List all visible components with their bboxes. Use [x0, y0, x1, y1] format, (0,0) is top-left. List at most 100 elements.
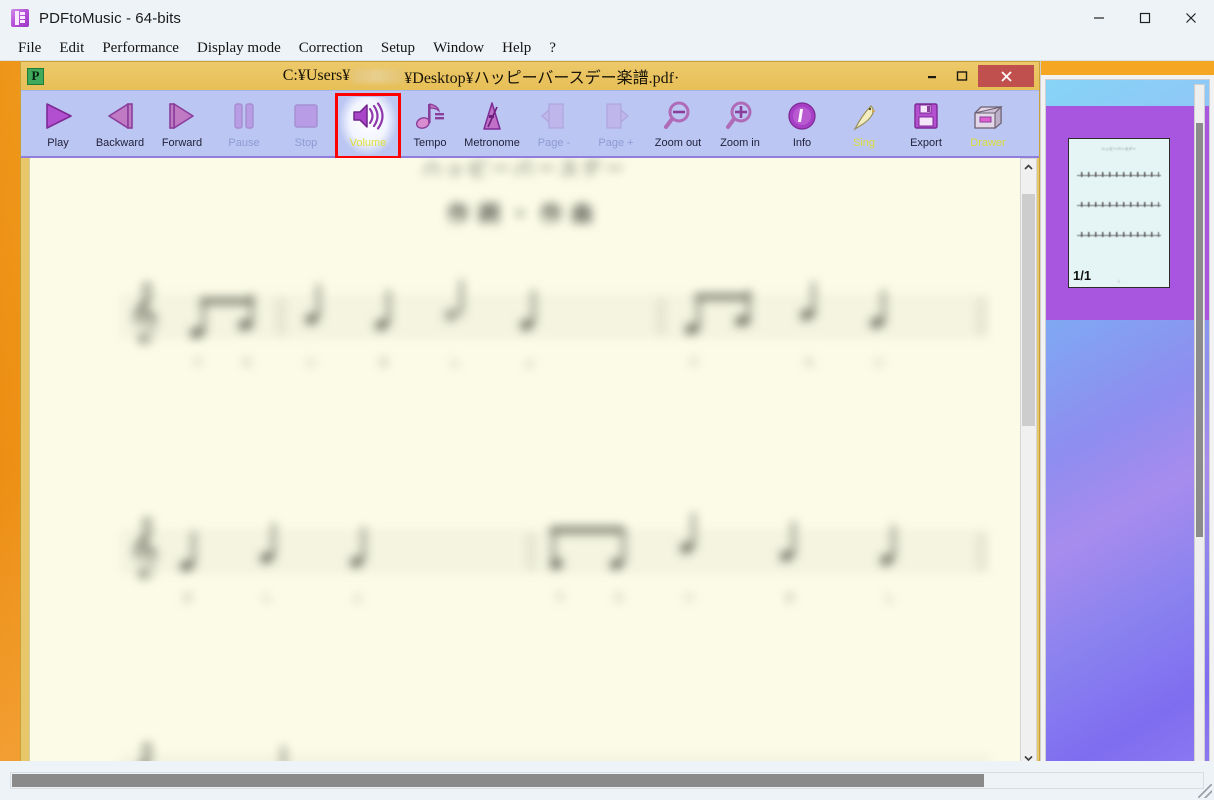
document-close-button[interactable] [978, 65, 1034, 87]
menu-item-help[interactable]: Help [493, 39, 540, 58]
document-window-controls [918, 65, 1034, 87]
toolbar-label-zoom-out: Zoom out [654, 137, 702, 149]
page-next-icon [596, 99, 636, 133]
sheet-title-line2: 作詞・作曲 [447, 203, 603, 226]
toolbar-label-page-next: Page + [598, 137, 634, 149]
toolbar-label-forward: Forward [161, 137, 203, 149]
toolbar-label-stop: Stop [294, 137, 318, 149]
staff-system-2: 𝄞 ま し ょ う た い ま し [120, 513, 990, 604]
minimize-button[interactable] [1076, 0, 1122, 36]
scroll-up-arrow[interactable] [1021, 159, 1036, 176]
zoom-out-icon [658, 99, 698, 133]
document-path-prefix: C:¥Users¥ [282, 67, 351, 84]
play-icon [38, 99, 78, 133]
menu-item-setup[interactable]: Setup [372, 39, 424, 58]
main-horizontal-scrollbar[interactable] [10, 772, 1204, 789]
thumbnail-footer-text: こ [1117, 279, 1121, 283]
toolbar-label-info: Info [792, 137, 812, 149]
blurred-username [351, 69, 404, 83]
toolbar-button-export[interactable]: Export [895, 95, 957, 157]
page-thumbnail-panel: ハッピーバースデー 1/1 こ [1040, 61, 1214, 761]
toolbar-button-page-next[interactable]: Page + [585, 95, 647, 157]
toolbar-label-export: Export [910, 137, 942, 149]
thumbnail-panel-body[interactable]: ハッピーバースデー 1/1 こ [1045, 79, 1210, 761]
toolbar-label-metronome: Metronome [464, 137, 520, 149]
toolbar-label-volume: Volume [349, 137, 387, 149]
toolbar-button-sing[interactable]: Sing [833, 95, 895, 157]
maximize-button[interactable] [1122, 0, 1168, 36]
menu-item-about[interactable]: ? [540, 39, 565, 58]
score-page-viewport[interactable]: ハッピーバースデー 作詞・作曲 𝄞 う た い ま し ょ う た い 𝄞 ま … [29, 158, 1020, 761]
pause-icon [224, 99, 264, 133]
backward-icon [100, 99, 140, 133]
thumbnail-panel-titlebar [1041, 61, 1214, 75]
treble-clef: 𝄞 [128, 282, 159, 342]
toolbar-label-tempo: Tempo [413, 137, 447, 149]
close-button[interactable] [1168, 0, 1214, 36]
toolbar-button-pause[interactable]: Pause [213, 95, 275, 157]
sheet-title-line1: ハッピーバースデー [422, 159, 628, 180]
tempo-note-icon [410, 99, 450, 133]
stop-icon [286, 99, 326, 133]
document-maximize-button[interactable] [948, 66, 976, 86]
menu-bar: File Edit Performance Display mode Corre… [0, 36, 1214, 61]
toolbar-button-drawer[interactable]: Drawer [957, 95, 1019, 157]
vertical-scroll-track[interactable] [1021, 176, 1036, 750]
toolbar-button-backward[interactable]: Backward [89, 95, 151, 157]
menu-item-file[interactable]: File [9, 39, 50, 58]
menu-item-performance[interactable]: Performance [93, 39, 188, 58]
treble-clef: 𝄞 [128, 746, 159, 761]
page-prev-icon [534, 99, 574, 133]
application-window: PDFtoMusic - 64-bits File Edit Performan… [0, 0, 1214, 800]
toolbar-button-zoom-in[interactable]: Zoom in [709, 95, 771, 157]
document-icon: P [27, 67, 44, 85]
toolbar-label-drawer: Drawer [970, 137, 1006, 149]
toolbar-button-tempo[interactable]: Tempo [399, 95, 461, 157]
zoom-in-icon [720, 99, 760, 133]
menu-item-window[interactable]: Window [424, 39, 493, 58]
toolbar-button-stop[interactable]: Stop [275, 95, 337, 157]
toolbar-label-sing: Sing [852, 137, 876, 149]
pdftomusic-icon [11, 9, 29, 27]
score-vertical-scrollbar[interactable] [1020, 158, 1037, 761]
vertical-scroll-thumb[interactable] [1022, 194, 1035, 426]
page-thumbnail-1[interactable]: ハッピーバースデー 1/1 こ [1068, 138, 1170, 288]
toolbar-button-play[interactable]: Play [27, 95, 89, 157]
toolbar-label-zoom-in: Zoom in [720, 137, 760, 149]
document-body: ハッピーバースデー 作詞・作曲 𝄞 う た い ま し ょ う た い 𝄞 ま … [21, 158, 1039, 761]
thumbnail-vertical-scrollbar[interactable] [1194, 84, 1205, 761]
toolbar-button-page-prev[interactable]: Page - [523, 95, 585, 157]
staff-system-3: 𝄞 [120, 746, 990, 761]
app-title: PDFtoMusic - 64-bits [39, 9, 182, 27]
title-bar: PDFtoMusic - 64-bits [0, 0, 1214, 36]
toolbar-label-play: Play [47, 137, 69, 149]
toolbar-button-info[interactable]: Info [771, 95, 833, 157]
menu-item-display-mode[interactable]: Display mode [188, 39, 290, 58]
main-toolbar: Play Backward Forward Pause Stop Volume … [21, 90, 1039, 159]
volume-icon [348, 99, 388, 133]
main-horizontal-scroll-thumb[interactable] [12, 774, 984, 787]
menu-item-correction[interactable]: Correction [290, 39, 372, 58]
scroll-down-arrow[interactable] [1021, 750, 1036, 761]
toolbar-button-zoom-out[interactable]: Zoom out [647, 95, 709, 157]
menu-item-edit[interactable]: Edit [50, 39, 93, 58]
document-path-suffix: ¥Desktop¥ハッピーバースデー楽譜.pdf· [404, 70, 680, 87]
thumbnail-vertical-scroll-thumb[interactable] [1196, 123, 1203, 537]
mdi-client-area: P C:¥Users¥ ¥Desktop¥ハッピーバースデー楽譜.pdf· Pl… [0, 61, 1214, 761]
toolbar-button-forward[interactable]: Forward [151, 95, 213, 157]
document-minimize-button[interactable] [918, 66, 946, 86]
info-icon [782, 99, 822, 133]
document-title: C:¥Users¥ ¥Desktop¥ハッピーバースデー楽譜.pdf· [44, 64, 918, 88]
window-controls [1076, 0, 1214, 36]
floppy-save-icon [906, 99, 946, 133]
sheet-music-render: ハッピーバースデー 作詞・作曲 𝄞 う た い ま し ょ う た い 𝄞 ま … [30, 158, 1020, 761]
bird-sing-icon [844, 99, 884, 133]
treble-clef: 𝄞 [128, 517, 159, 577]
toolbar-label-pause: Pause [228, 137, 260, 149]
toolbar-label-page-prev: Page - [537, 137, 571, 149]
metronome-icon [472, 99, 512, 133]
window-resize-grip[interactable] [1198, 784, 1212, 798]
thumbnail-sheet-title: ハッピーバースデー [1101, 147, 1137, 151]
toolbar-button-metronome[interactable]: Metronome [461, 95, 523, 157]
toolbar-button-volume[interactable]: Volume [335, 93, 401, 159]
